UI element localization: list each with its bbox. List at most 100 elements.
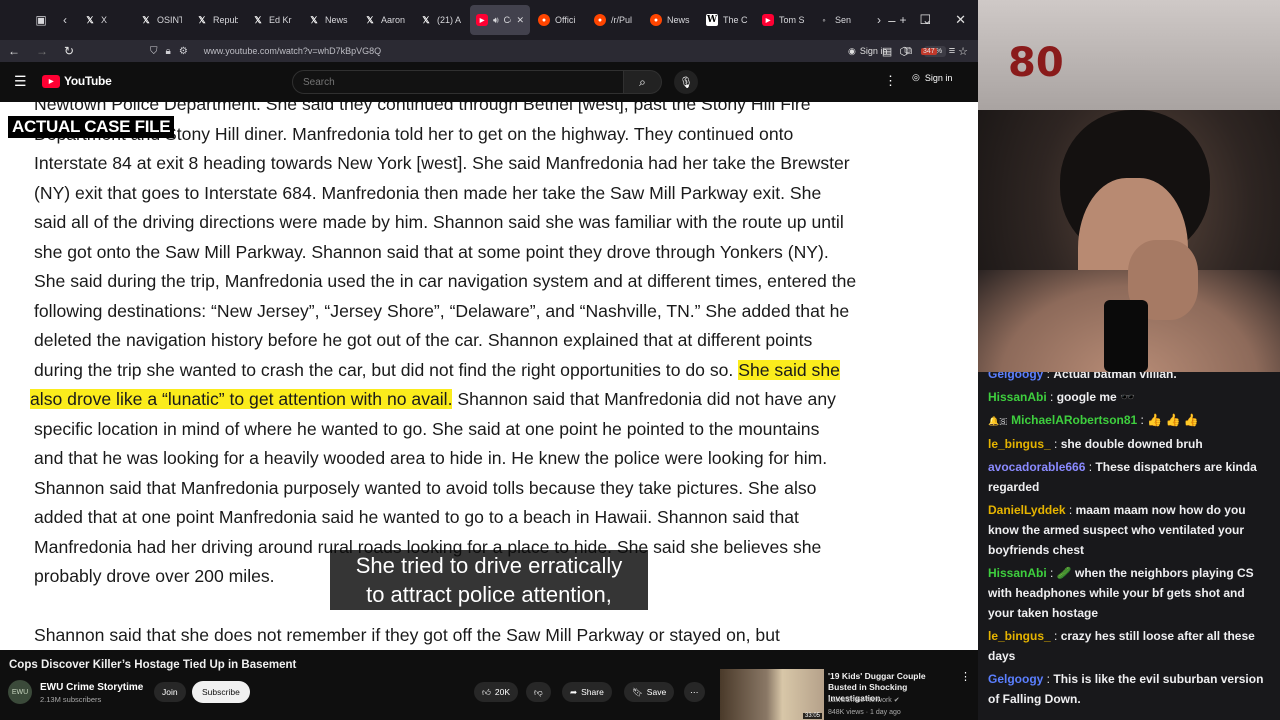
browser-tab[interactable]: 𝕏 Repub (190, 5, 244, 35)
document-text: Interstate 84 at exit 8 heading towards … (34, 153, 850, 173)
browser-tab[interactable]: ● Offici (532, 5, 586, 35)
document-text: specific location in mind of where he wa… (34, 418, 820, 439)
chat-message: le_bingus_ : crazy hes still loose after… (988, 626, 1272, 666)
bookmark-star-icon[interactable]: ☆ (958, 45, 968, 58)
lock-icon[interactable]: 🔒︎ (166, 46, 171, 57)
chat-separator: : (1046, 390, 1057, 404)
tab-scroll-right-icon[interactable]: › (868, 13, 890, 27)
maximize-icon[interactable]: ☐ (919, 12, 931, 28)
subscribe-button[interactable]: Subscribe (192, 681, 250, 703)
youtube-sign-in-button[interactable]: ◎ Sign in (912, 72, 952, 83)
forward-icon[interactable]: → (36, 44, 48, 58)
save-button[interactable]: 🔖︎ Save (624, 682, 675, 702)
recommendation-more-icon[interactable]: ⋮ (960, 670, 971, 683)
search-icon: ⌕ (639, 74, 646, 89)
browser-sign-in-button[interactable]: ◉ Sign in (848, 46, 887, 57)
search-box: ⌕ (292, 70, 662, 94)
caption-line-1: She tried to drive erratically (355, 553, 623, 578)
tab-overview-icon[interactable]: ▣ (30, 13, 52, 27)
menu-icon[interactable]: ≡ (949, 45, 955, 57)
x-icon: 𝕏 (254, 14, 262, 25)
chat-username[interactable]: le_bingus_ (988, 629, 1051, 643)
chat-badges: 🔔🇸 (988, 416, 1008, 426)
browser-tab-label: News (667, 15, 690, 25)
chat-username[interactable]: MichaelARobertson81 (1011, 413, 1137, 427)
channel-name[interactable]: EWU Crime Storytime (40, 682, 143, 693)
like-button[interactable]: 👍︎ 20K (474, 682, 519, 702)
url-text[interactable]: www.youtube.com/watch?v=whD7kBpVG8Q (204, 46, 381, 56)
browser-tab-label: X (101, 15, 108, 25)
search-button[interactable]: ⌕ (624, 70, 662, 94)
back-icon[interactable]: ← (8, 44, 20, 58)
more-actions-button[interactable]: ⋯ (684, 682, 705, 702)
chat-separator: : (1043, 372, 1054, 381)
chat-separator: : (1050, 629, 1061, 643)
x-icon: 𝕏 (366, 14, 374, 25)
browser-tab-label: Repub (213, 15, 238, 25)
browser-tab[interactable]: 𝕏 (21) A (414, 5, 468, 35)
chat-username[interactable]: Gelgoogy (988, 672, 1043, 686)
tab-close-icon[interactable]: ✕ (516, 15, 524, 26)
share-button[interactable]: ➦ Share (562, 682, 612, 702)
browser-tab[interactable]: ● News (644, 5, 698, 35)
browser-tab[interactable]: ● /r/Pul (588, 5, 642, 35)
document-text: during the trip she wanted to crash the … (34, 359, 739, 380)
search-input[interactable] (292, 70, 624, 94)
shield-icon[interactable]: ⛉ (150, 46, 158, 57)
join-button[interactable]: Join (154, 682, 186, 702)
channel-avatar[interactable]: EWU (8, 680, 32, 704)
browser-tab-label: /r/Pul (611, 15, 633, 25)
document-line: she got onto the Saw Mill Parkway. Shann… (34, 242, 829, 263)
chat-message: 🔔🇸 MichaelARobertson81 : 👍 👍 👍 (988, 410, 1272, 431)
x-icon: 𝕏 (422, 14, 430, 25)
browser-tab[interactable]: ◦ Sen (812, 5, 866, 35)
settings-more-icon[interactable]: ⋮ (884, 73, 897, 89)
document-line: Newtown Police Department. She said they… (34, 102, 811, 115)
document-text: She said during the trip, Manfredonia us… (34, 271, 857, 291)
browser-tab[interactable]: W The C (700, 5, 754, 35)
youtube-logo[interactable]: ▶ YouTube (42, 74, 112, 88)
audio-playing-icon[interactable]: 🔊︎ (493, 15, 499, 26)
stream-chat: Gelgoogy : Actual batman villian. HissanA… (978, 372, 1280, 720)
chat-username[interactable]: le_bingus_ (988, 437, 1051, 451)
chat-separator: : (1085, 460, 1096, 474)
recommendation-channel-name: Law&Crime Network (828, 697, 892, 704)
extensions-icon[interactable]: ⬡ (899, 45, 909, 58)
chat-username[interactable]: HissanAbi (988, 566, 1047, 580)
browser-tab[interactable]: 𝕏X (78, 5, 132, 35)
tab-scroll-left-icon[interactable]: ‹ (54, 13, 76, 27)
video-title: Cops Discover Killer’s Hostage Tied Up i… (9, 659, 297, 671)
browser-tab[interactable]: 𝕏 News (302, 5, 356, 35)
video-player[interactable]: Shannon said that she does not remember … (0, 102, 978, 650)
browser-tab[interactable]: 𝕏 Aaron (358, 5, 412, 35)
x-icon: 𝕏 (198, 14, 206, 25)
more-horizontal-icon: ⋯ (690, 686, 699, 697)
document-text: added that at one point Manfredonia said… (34, 507, 799, 527)
like-count: 20K (494, 687, 511, 697)
browser-tab[interactable]: 𝕏 Ed Kr (246, 5, 300, 35)
close-icon[interactable]: ✕ (955, 12, 966, 28)
browser-tab-label: News (325, 15, 348, 25)
minimize-icon[interactable]: – (888, 13, 895, 28)
browser-tab[interactable]: ▶ Tom S (756, 5, 810, 35)
voice-search-button[interactable]: 🎙︎ (674, 70, 698, 94)
dislike-button[interactable]: 👎︎ (526, 682, 551, 702)
chat-username[interactable]: HissanAbi (988, 390, 1047, 404)
highlighted-text: She said she (738, 359, 840, 380)
guide-menu-icon[interactable]: ☰ (14, 73, 27, 90)
chat-username[interactable]: avocadorable666 (988, 460, 1085, 474)
chat-message: le_bingus_ : she double downed bruh (988, 434, 1272, 454)
permissions-icon[interactable]: ⚙︎ (179, 46, 188, 57)
chat-separator: : (1046, 566, 1057, 580)
browser-tab[interactable]: 𝕏 OSINT (134, 5, 188, 35)
verified-icon: ✔︎ (893, 697, 900, 704)
address-bar[interactable]: ⛉ 🔒︎ ⚙︎ www.youtube.com/watch?v=whD7kBpV… (150, 40, 381, 62)
document-text: deleted the navigation history before he… (34, 330, 813, 350)
browser-tab[interactable]: ▶ 🔊︎ Cop ✕ (470, 5, 530, 35)
chat-username[interactable]: Gelgoogy (988, 372, 1043, 381)
extension-badge[interactable]: 347 (921, 47, 937, 55)
recommendation-thumbnail[interactable]: 33:05 (720, 669, 824, 720)
chat-username[interactable]: DanielLyddek (988, 503, 1066, 517)
reload-icon[interactable]: ↻ (64, 44, 74, 58)
document-line: Shannon said that Manfredonia purposely … (34, 478, 816, 499)
